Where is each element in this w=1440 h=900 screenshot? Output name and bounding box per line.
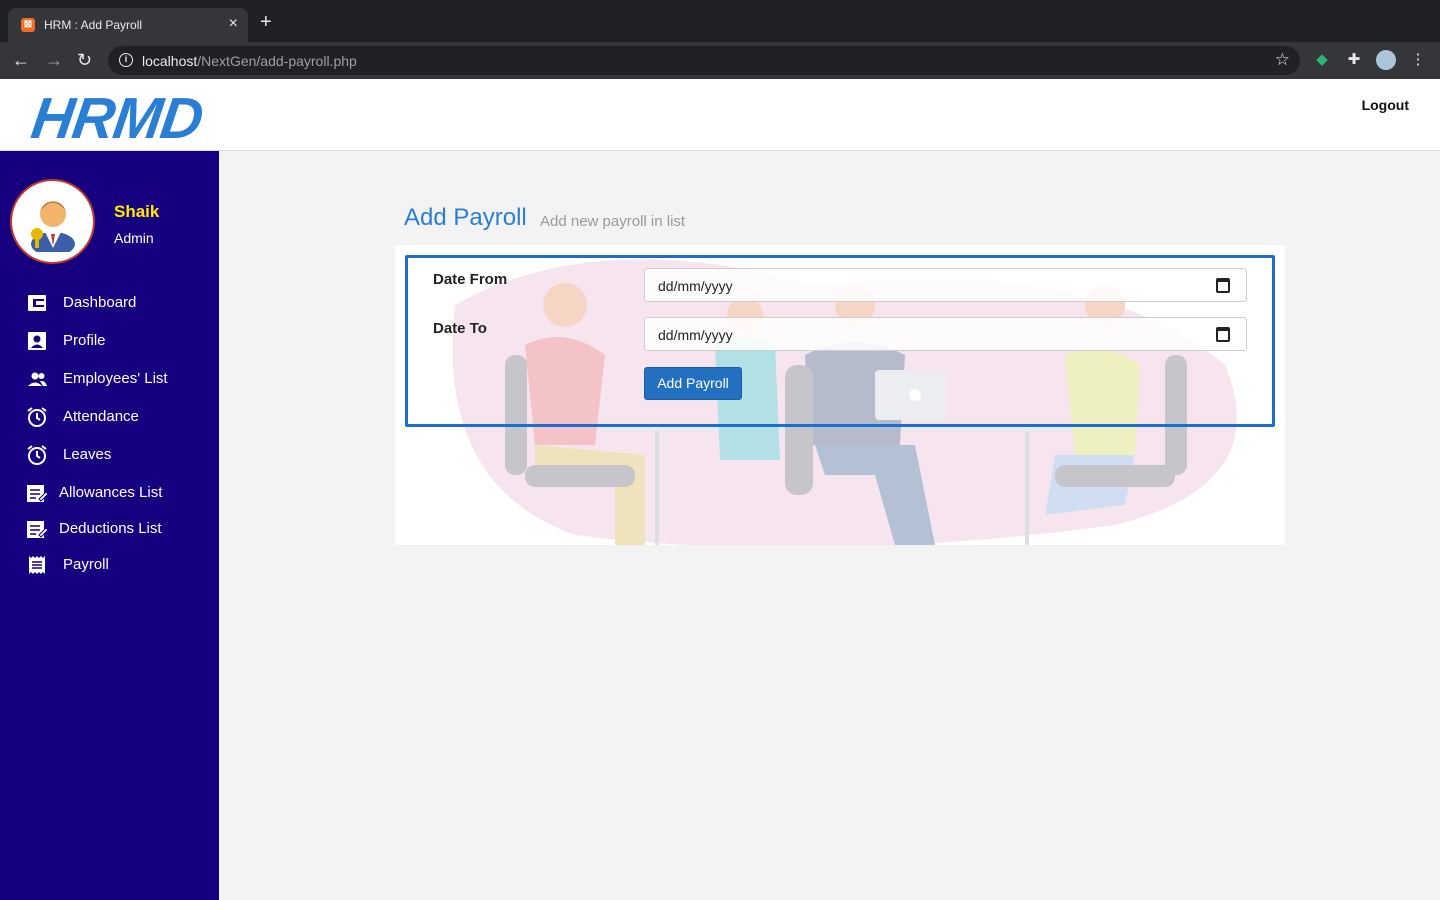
sidebar-item-profile[interactable]: Profile	[0, 326, 219, 356]
profile-icon	[28, 332, 46, 350]
alarm-clock-icon	[27, 407, 47, 427]
xampp-favicon-icon: ⊠	[21, 18, 35, 32]
sidebar-item-payroll[interactable]: Payroll	[0, 550, 219, 580]
date-to-input[interactable]: dd/mm/yyyy	[644, 317, 1247, 351]
date-to-value: dd/mm/yyyy	[658, 327, 733, 343]
sidebar-item-attendance[interactable]: Attendance	[0, 402, 219, 432]
calendar-icon[interactable]	[1216, 327, 1230, 342]
sidebar-item-label: Allowances List	[59, 484, 163, 501]
sidebar-item-leaves[interactable]: Leaves	[0, 440, 219, 470]
bookmark-star-icon[interactable]: ☆	[1275, 50, 1290, 70]
extension-shield-icon[interactable]: ◆	[1313, 51, 1331, 69]
date-from-value: dd/mm/yyyy	[658, 278, 733, 294]
user-name: Shaik	[114, 202, 160, 221]
add-payroll-button[interactable]: Add Payroll	[644, 367, 742, 400]
sidebar-item-employees[interactable]: Employees' List	[0, 364, 219, 394]
browser-menu-icon[interactable]: ⋮	[1409, 51, 1427, 69]
alarm-clock-icon	[27, 445, 47, 465]
address-bar[interactable]: i localhost/NextGen/add-payroll.php ☆	[108, 46, 1300, 75]
sidebar-item-label: Leaves	[63, 446, 112, 463]
app-header: HRMD Logout	[0, 79, 1440, 151]
site-info-icon[interactable]: i	[119, 53, 133, 67]
tab-title: HRM : Add Payroll	[44, 18, 143, 32]
dashboard-icon	[28, 295, 46, 311]
reload-icon[interactable]: ↻	[77, 50, 92, 70]
user-avatar	[10, 179, 95, 264]
date-to-label: Date To	[433, 320, 487, 337]
admin-avatar-icon	[30, 200, 75, 252]
page-title: Add Payroll	[404, 204, 527, 231]
sidebar-item-label: Employees' List	[63, 370, 168, 387]
profile-avatar-icon[interactable]	[1376, 50, 1396, 70]
sidebar-item-dashboard[interactable]: Dashboard	[0, 288, 219, 318]
address-url[interactable]: localhost/NextGen/add-payroll.php	[142, 53, 357, 69]
edit-list-icon	[27, 521, 48, 538]
extensions-puzzle-icon[interactable]: ✚	[1345, 51, 1363, 69]
logout-link[interactable]: Logout	[1362, 97, 1409, 113]
back-arrow-icon[interactable]: ←	[12, 50, 30, 70]
url-host: localhost	[142, 53, 198, 69]
sidebar-item-label: Payroll	[63, 556, 109, 573]
sidebar-item-label: Attendance	[63, 408, 139, 425]
sidebar-item-label: Dashboard	[63, 294, 137, 311]
date-from-input[interactable]: dd/mm/yyyy	[644, 268, 1247, 302]
sidebar-item-label: Profile	[63, 332, 106, 349]
date-from-label: Date From	[433, 271, 508, 288]
browser-toolbar: ← → ↻ i localhost/NextGen/add-payroll.ph…	[0, 42, 1440, 79]
browser-tab-bar: ⊠ HRM : Add Payroll × +	[0, 0, 1440, 42]
receipt-icon	[29, 556, 45, 574]
forward-arrow-icon[interactable]: →	[45, 50, 63, 70]
sidebar-item-label: Deductions List	[59, 520, 162, 537]
hrmd-logo[interactable]: HRMD	[28, 86, 207, 151]
browser-tab[interactable]: ⊠ HRM : Add Payroll ×	[8, 8, 248, 42]
tab-close-icon[interactable]: ×	[229, 15, 238, 33]
people-icon	[28, 372, 47, 386]
url-path: /NextGen/add-payroll.php	[197, 53, 357, 69]
edit-list-icon	[27, 485, 48, 502]
new-tab-icon[interactable]: +	[260, 12, 272, 32]
sidebar: Shaik Admin Dashboard Profile Employees'…	[0, 151, 219, 900]
sidebar-item-deductions[interactable]: Deductions List	[0, 514, 219, 544]
page-subtitle: Add new payroll in list	[540, 213, 686, 230]
calendar-icon[interactable]	[1216, 278, 1230, 293]
sidebar-item-allowances[interactable]: Allowances List	[0, 478, 219, 508]
user-role: Admin	[114, 230, 154, 246]
